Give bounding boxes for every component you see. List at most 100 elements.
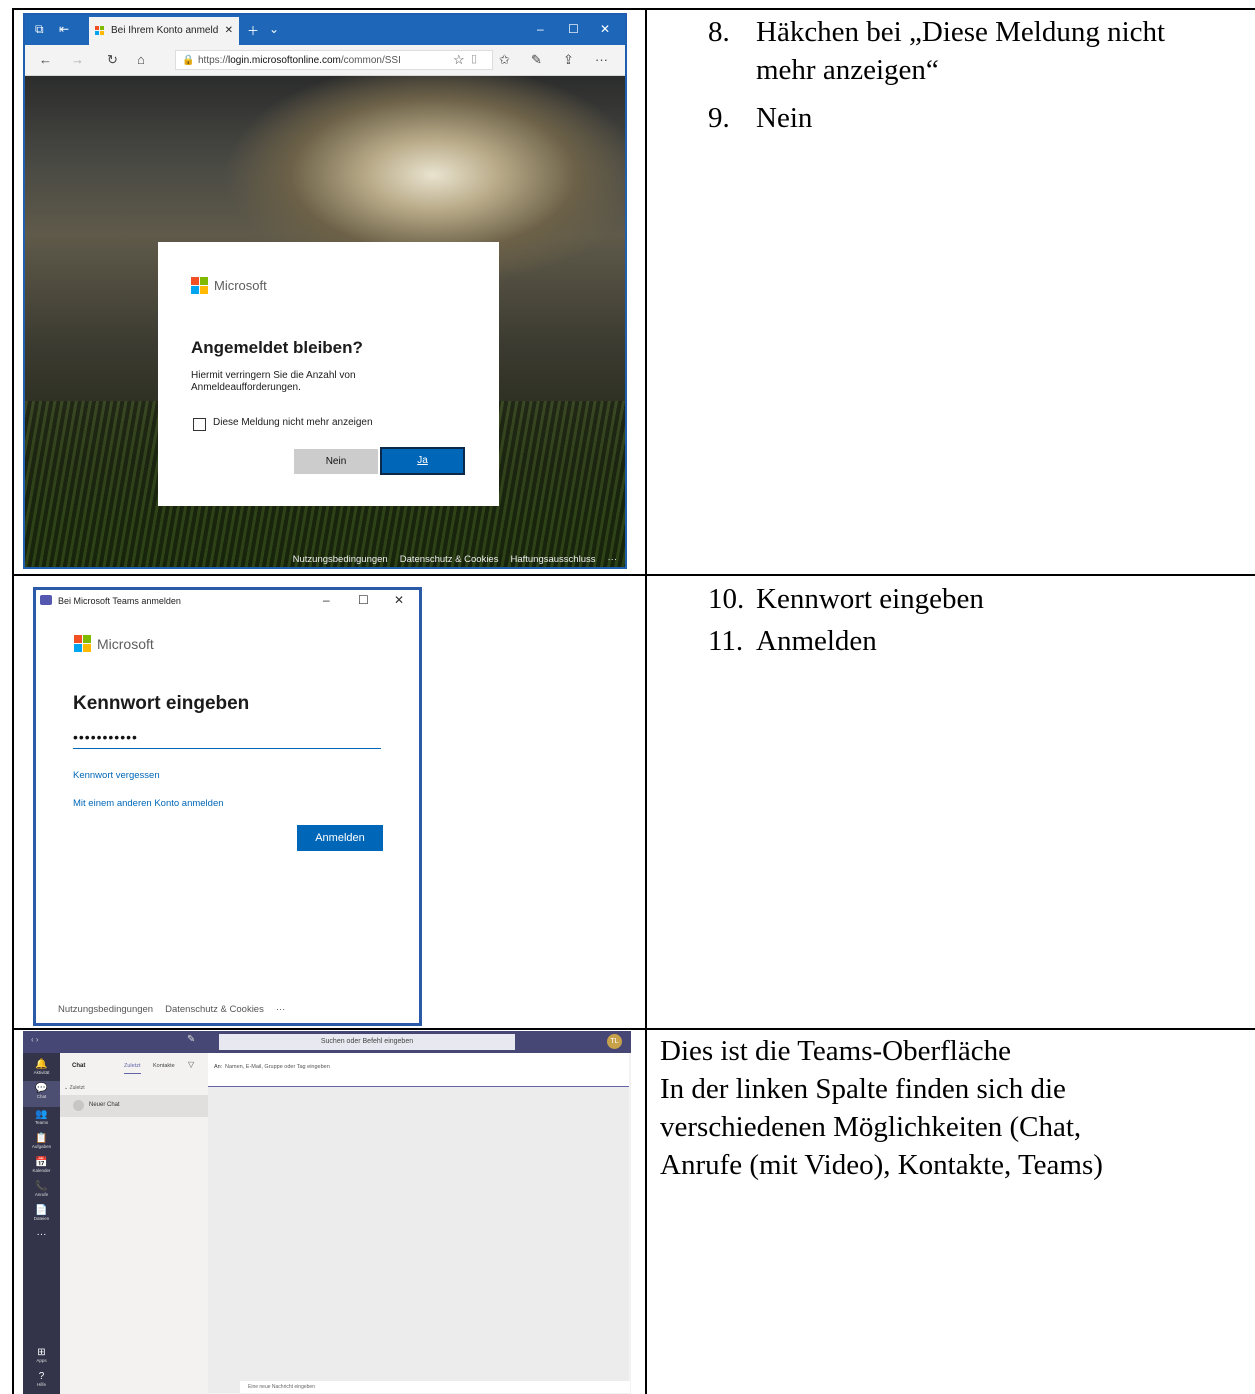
- edge-browser-window: ⧉ ⇤ Bei Ihrem Konto anmeld ✕ ＋ ⌄ – ☐ ✕ ←…: [23, 13, 627, 569]
- dont-show-again-checkbox[interactable]: [193, 418, 206, 431]
- new-tab-icon[interactable]: ＋: [247, 22, 259, 39]
- step-number: 9.: [708, 102, 730, 134]
- address-bar[interactable]: 🔒 https://login.microsoftonline.com/comm…: [175, 50, 493, 70]
- teams-title-bar: ‹ › ✎ Suchen oder Befehl eingeben TL: [23, 1031, 631, 1053]
- password-title: Kennwort eingeben: [73, 693, 250, 714]
- section-recent: ⌄ Zuletzt: [64, 1085, 85, 1091]
- calendar-icon: 📅: [35, 1157, 48, 1168]
- more-icon[interactable]: ···: [595, 52, 608, 67]
- forward-icon[interactable]: →: [71, 52, 84, 67]
- tab-recent[interactable]: Zuletzt: [124, 1063, 141, 1074]
- chat-list-pane: Chat Zuletzt Kontakte ▽ ⌄ Zuletzt Neuer …: [60, 1053, 209, 1394]
- footer-link-privacy[interactable]: Datenschutz & Cookies: [400, 554, 499, 565]
- teams-window: ‹ › ✎ Suchen oder Befehl eingeben TL 🔔 Ak…: [23, 1031, 631, 1394]
- close-tab-icon[interactable]: ✕: [225, 17, 233, 45]
- browser-footer-links: Nutzungsbedingungen Datenschutz & Cookies…: [281, 554, 617, 565]
- message-input[interactable]: Eine neue Nachricht eingeben: [240, 1381, 630, 1393]
- set-tabs-aside-icon[interactable]: ⇤: [59, 22, 69, 36]
- footer-link-privacy[interactable]: Datenschutz & Cookies: [165, 1004, 264, 1015]
- rail-more[interactable]: ···: [23, 1229, 60, 1240]
- rail-label: Hilfe: [36, 1382, 46, 1387]
- tab-bar: ⧉ ⇤ Bei Ihrem Konto anmeld ✕ ＋ ⌄ – ☐ ✕: [25, 15, 625, 45]
- rail-files[interactable]: 📄 Dateien: [23, 1205, 60, 1222]
- back-forward-icon[interactable]: ‹ ›: [31, 1035, 39, 1044]
- file-icon: 📄: [35, 1205, 48, 1216]
- footer-link-terms[interactable]: Nutzungsbedingungen: [293, 554, 388, 565]
- rail-label: Apps: [36, 1358, 47, 1363]
- footer-more[interactable]: ···: [276, 1004, 286, 1015]
- rail-calendar[interactable]: 📅 Kalender: [23, 1157, 60, 1174]
- footer-link-disclaimer[interactable]: Haftungsausschluss: [510, 554, 595, 565]
- browser-tab[interactable]: Bei Ihrem Konto anmeld ✕: [89, 17, 239, 45]
- footer-more[interactable]: ···: [608, 554, 618, 565]
- pen-icon[interactable]: ✎: [531, 52, 542, 68]
- favorite-star-icon[interactable]: ☆: [453, 52, 465, 68]
- checkbox-label[interactable]: Diese Meldung nicht mehr anzeigen: [213, 417, 373, 428]
- list-item[interactable]: Neuer Chat: [60, 1095, 208, 1117]
- rail-calls[interactable]: 📞 Anrufe: [23, 1181, 60, 1198]
- forgot-password-link[interactable]: Kennwort vergessen: [73, 770, 160, 781]
- other-account-link[interactable]: Mit einem anderen Konto anmelden: [73, 798, 224, 809]
- filter-icon[interactable]: ▽: [188, 1060, 194, 1069]
- back-icon[interactable]: ←: [39, 52, 52, 67]
- step-text: Anmelden: [756, 625, 877, 657]
- chevron-down-icon[interactable]: ⌄: [269, 22, 279, 36]
- description-line: In der linken Spalte finden sich die: [660, 1073, 1066, 1105]
- teams-description: Dies ist die Teams-Oberfläche In der lin…: [660, 1032, 1103, 1184]
- bell-icon: 🔔: [35, 1059, 48, 1070]
- tasks-icon: 📋: [35, 1133, 48, 1144]
- minimize-icon[interactable]: –: [323, 593, 330, 607]
- microsoft-logo-icon: [74, 635, 92, 653]
- table-border-left: [12, 8, 14, 1394]
- rail-label: Dateien: [33, 1216, 50, 1221]
- rail-help[interactable]: ? Hilfe: [23, 1371, 60, 1388]
- share-icon[interactable]: ⇪: [563, 52, 574, 68]
- tab-actions-icon[interactable]: ⧉: [35, 22, 44, 37]
- chat-list-title: Chat: [72, 1063, 86, 1069]
- teams-signin-window: Bei Microsoft Teams anmelden – ☐ ✕ Micro…: [33, 587, 422, 1026]
- tab-contacts[interactable]: Kontakte: [153, 1063, 175, 1069]
- reading-view-icon[interactable]: ▯: [471, 52, 477, 65]
- login-background-image: Microsoft Angemeldet bleiben? Hiermit ve…: [25, 76, 625, 567]
- rail-label: Teams: [34, 1120, 49, 1125]
- rail-apps[interactable]: ⊞ Apps: [23, 1347, 60, 1364]
- description-line: Dies ist die Teams-Oberfläche: [660, 1035, 1011, 1067]
- minimize-icon[interactable]: –: [537, 22, 544, 36]
- maximize-icon[interactable]: ☐: [358, 593, 369, 607]
- no-button[interactable]: Nein: [294, 449, 378, 474]
- close-window-icon[interactable]: ✕: [600, 22, 610, 36]
- table-row-divider-1: [12, 574, 1255, 576]
- stay-signed-in-dialog: Microsoft Angemeldet bleiben? Hiermit ve…: [158, 242, 499, 506]
- rail-teams[interactable]: 👥 Teams: [23, 1109, 60, 1126]
- description-line: verschiedenen Möglichkeiten (Chat,: [660, 1111, 1082, 1143]
- rail-tasks[interactable]: 📋 Aufgaben: [23, 1133, 60, 1150]
- rail-activity[interactable]: 🔔 Aktivität: [23, 1059, 60, 1076]
- signin-button[interactable]: Anmelden: [297, 825, 383, 851]
- maximize-icon[interactable]: ☐: [568, 22, 579, 36]
- step-number: 8.: [708, 16, 730, 48]
- close-icon[interactable]: ✕: [394, 593, 404, 607]
- phone-icon: 📞: [35, 1181, 48, 1192]
- microsoft-favicon-icon: [95, 26, 105, 36]
- recipient-input[interactable]: Namen, E-Mail, Gruppe oder Tag eingeben: [225, 1064, 330, 1070]
- url-path: /common/SSI: [340, 55, 401, 66]
- rail-label: Aufgaben: [31, 1144, 52, 1149]
- search-input[interactable]: Suchen oder Befehl eingeben: [219, 1034, 515, 1050]
- table-border-top: [12, 8, 1255, 10]
- rail-chat[interactable]: 💬 Chat: [23, 1081, 60, 1107]
- description-line: Anrufe (mit Video), Kontakte, Teams): [660, 1149, 1103, 1181]
- refresh-icon[interactable]: ↻: [107, 52, 118, 68]
- address-toolbar: ← → ↻ ⌂ 🔒 https://login.microsoftonline.…: [25, 45, 625, 76]
- compose-icon[interactable]: ✎: [187, 1034, 195, 1045]
- chat-main-pane: An: Namen, E-Mail, Gruppe oder Tag einge…: [208, 1053, 631, 1394]
- signin-footer-links: Nutzungsbedingungen Datenschutz & Cookies…: [58, 1004, 297, 1015]
- avatar[interactable]: TL: [607, 1034, 622, 1049]
- footer-link-terms[interactable]: Nutzungsbedingungen: [58, 1004, 153, 1015]
- step-11: 11. Anmelden: [708, 622, 1248, 662]
- password-input[interactable]: •••••••••••: [73, 728, 381, 749]
- yes-button[interactable]: Ja: [380, 447, 465, 475]
- step-text: Nein: [756, 102, 813, 134]
- home-icon[interactable]: ⌂: [137, 52, 145, 67]
- help-icon: ?: [38, 1371, 45, 1382]
- favorites-hub-icon[interactable]: ✩: [499, 52, 510, 68]
